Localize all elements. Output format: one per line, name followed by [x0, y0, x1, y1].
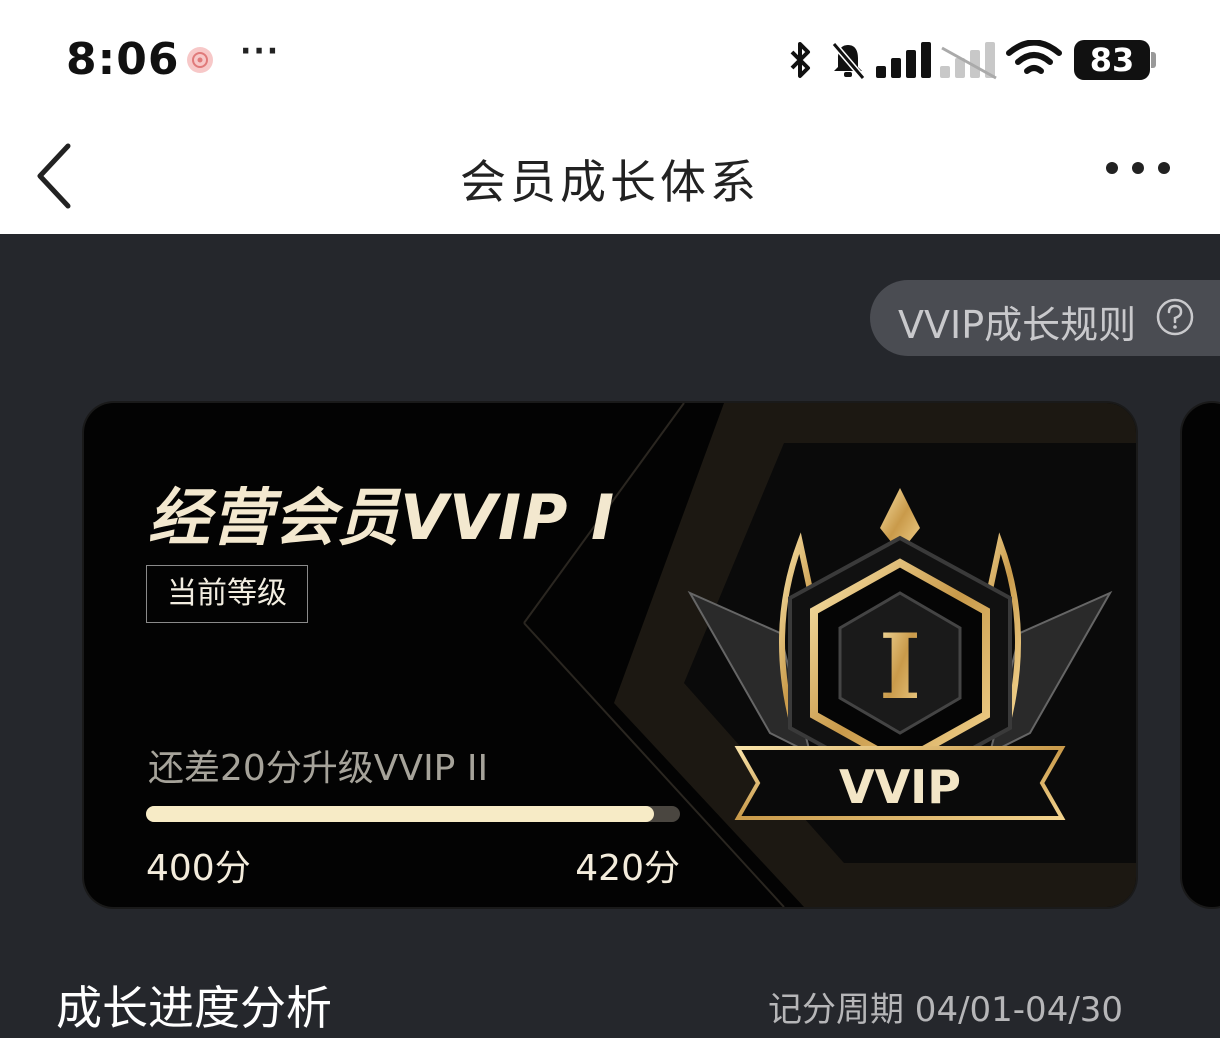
mute-bell-icon [831, 42, 866, 80]
bluetooth-icon [790, 42, 810, 78]
more-horizontal-icon[interactable] [1098, 148, 1178, 204]
progress-bar [146, 806, 680, 822]
status-more-dots: ··· [240, 34, 281, 69]
question-circle-icon [1156, 298, 1194, 336]
scoring-period: 记分周期 04/01-04/30 [768, 990, 1124, 1030]
signal-weak-icon [940, 42, 997, 80]
progress-fill [146, 806, 655, 822]
status-bar: 8:06 ··· 83 [0, 0, 1220, 118]
vvip-rules-button[interactable]: VVIP成长规则 [870, 280, 1220, 356]
wifi-icon [1006, 40, 1062, 74]
nav-bar: 会员成长体系 [0, 118, 1220, 234]
upgrade-hint: 还差20分升级VVIP II [148, 748, 489, 789]
battery-icon: 83 [1074, 40, 1150, 80]
battery-tip [1151, 52, 1156, 68]
growth-analysis-title: 成长进度分析 [56, 981, 332, 1035]
vvip-rules-label: VVIP成长规则 [898, 303, 1137, 347]
level-title: 经营会员VVIP I [148, 481, 616, 554]
emblem-ribbon-text: VVIP [839, 760, 961, 814]
emblem-numeral: I [879, 614, 921, 720]
status-time: 8:06 [66, 34, 180, 85]
next-level-card[interactable] [1182, 403, 1220, 907]
current-score: 400分 [146, 848, 251, 889]
member-level-card[interactable]: 经营会员VVIP I 当前等级 还差20分升级VVIP II 400分 420分… [84, 403, 1136, 907]
notification-app-icon [187, 47, 213, 73]
target-score: 420分 [575, 848, 680, 889]
vvip-badge-emblem: I VVIP [687, 488, 1113, 820]
page-title: 会员成长体系 [460, 155, 760, 209]
current-level-badge: 当前等级 [146, 565, 308, 623]
signal-icon [876, 42, 931, 78]
